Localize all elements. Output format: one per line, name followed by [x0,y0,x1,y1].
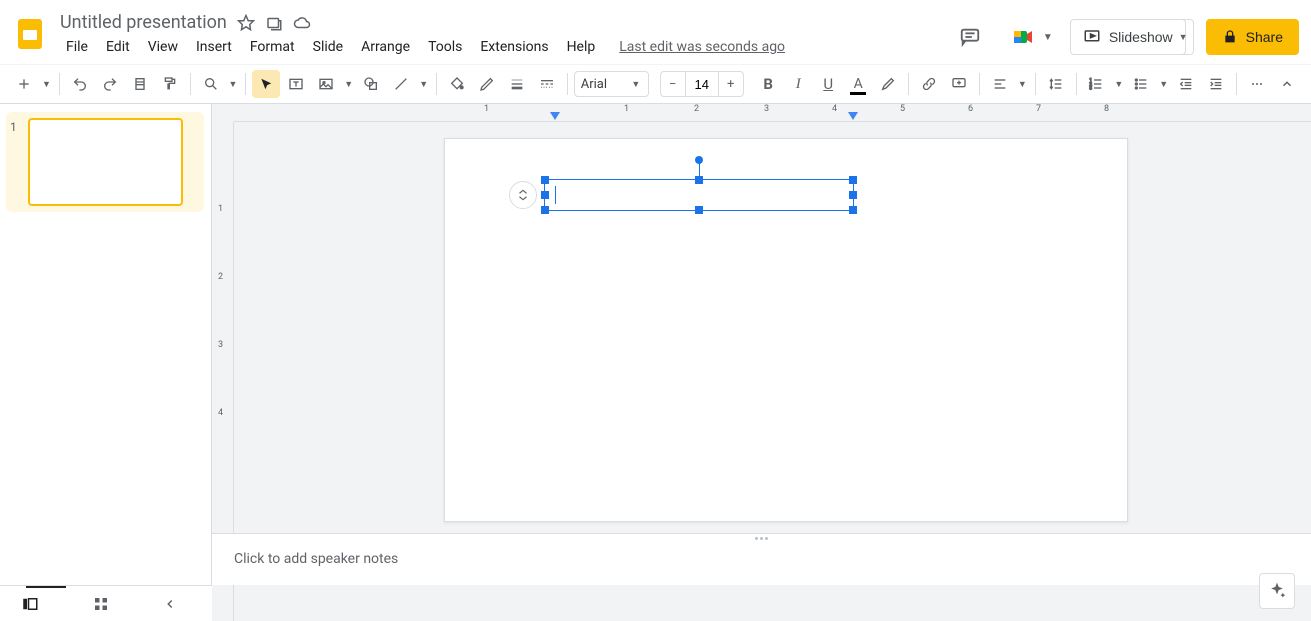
insert-comment-button[interactable] [945,70,973,98]
resize-handle-tm[interactable] [695,176,703,184]
fill-color-button[interactable] [443,70,471,98]
share-label: Share [1246,29,1283,45]
zoom-button[interactable] [197,70,225,98]
document-title[interactable]: Untitled presentation [60,12,227,33]
explore-button[interactable] [1259,573,1295,609]
decrease-indent-button[interactable] [1172,70,1200,98]
menu-edit[interactable]: Edit [98,35,138,59]
meet-button[interactable]: ▼ [1002,16,1058,58]
bold-button[interactable]: B [754,70,782,98]
border-dash-button[interactable] [533,70,561,98]
speaker-notes[interactable]: Click to add speaker notes [212,541,1311,585]
new-slide-button[interactable] [10,70,38,98]
filmstrip-view-button[interactable] [21,595,49,613]
shape-tool-button[interactable] [357,70,385,98]
font-family-select[interactable]: Arial ▼ [574,71,650,97]
cloud-status-icon[interactable] [293,14,311,32]
menu-format[interactable]: Format [242,35,303,59]
line-menu-button[interactable]: ▼ [417,79,430,90]
increase-indent-button[interactable] [1202,70,1230,98]
last-edit-link[interactable]: Last edit was seconds ago [619,39,785,55]
hide-menus-button[interactable] [1273,70,1301,98]
slideshow-button[interactable]: Slideshow [1070,19,1186,55]
menu-file[interactable]: File [58,35,96,59]
bulleted-list-button[interactable] [1127,70,1155,98]
menubar: File Edit View Insert Format Slide Arran… [56,35,950,59]
zoom-menu-button[interactable]: ▼ [227,79,240,90]
font-size-control: − + [660,71,744,97]
image-menu-button[interactable]: ▼ [342,79,355,90]
share-button[interactable]: Share [1206,19,1299,55]
slide-thumbnail-1[interactable] [28,118,183,206]
chevron-down-icon[interactable]: ▼ [1043,32,1053,43]
chevron-down-icon: ▼ [629,79,642,90]
font-size-increase-button[interactable]: + [719,77,743,92]
menu-help[interactable]: Help [559,35,604,59]
numbered-list-button[interactable]: 123 [1082,70,1110,98]
redo-button[interactable] [96,70,124,98]
menu-slide[interactable]: Slide [305,35,351,59]
slideshow-label: Slideshow [1109,29,1173,45]
speaker-notes-placeholder: Click to add speaker notes [234,551,398,567]
border-color-button[interactable] [473,70,501,98]
menu-arrange[interactable]: Arrange [353,35,418,59]
resize-handle-bm[interactable] [695,206,703,214]
font-size-input[interactable] [685,72,719,96]
highlight-color-button[interactable] [874,70,902,98]
indent-marker-left-icon[interactable] [550,112,560,122]
resize-handle-mr[interactable] [849,191,857,199]
italic-button[interactable]: I [784,70,812,98]
resize-handle-tl[interactable] [541,176,549,184]
more-button[interactable] [1243,70,1271,98]
numbered-list-menu-button[interactable]: ▼ [1112,79,1125,90]
select-tool-button[interactable] [252,70,280,98]
border-weight-button[interactable] [503,70,531,98]
align-button[interactable] [986,70,1014,98]
slide-canvas[interactable] [444,138,1128,522]
align-menu-button[interactable]: ▼ [1016,79,1029,90]
selected-text-box[interactable] [544,179,854,211]
undo-button[interactable] [66,70,94,98]
slide-number: 1 [10,118,22,134]
indent-marker-right-icon[interactable] [848,112,858,122]
image-tool-button[interactable] [312,70,340,98]
textbox-tool-button[interactable] [282,70,310,98]
line-spacing-button[interactable] [1042,70,1070,98]
view-switcher-footer [0,585,212,621]
font-size-decrease-button[interactable]: − [661,77,685,92]
autofit-handle[interactable] [509,181,537,209]
resize-handle-ml[interactable] [541,191,549,199]
resize-handle-bl[interactable] [541,206,549,214]
bulleted-list-menu-button[interactable]: ▼ [1157,79,1170,90]
resize-handle-br[interactable] [849,206,857,214]
font-family-value: Arial [581,77,607,92]
titlebar: Untitled presentation File Edit View Ins… [0,0,1311,64]
paint-format-button[interactable] [156,70,184,98]
underline-button[interactable]: U [814,70,842,98]
line-tool-button[interactable] [387,70,415,98]
text-cursor [555,186,556,204]
menu-insert[interactable]: Insert [188,35,240,59]
rotate-handle[interactable] [695,156,703,164]
star-icon[interactable] [237,14,255,32]
menu-view[interactable]: View [140,35,186,59]
slides-logo[interactable] [10,14,50,54]
horizontal-ruler[interactable]: 1 1 2 3 4 5 6 7 8 [234,104,1311,122]
menu-extensions[interactable]: Extensions [472,35,556,59]
toolbar: ▼ ▼ ▼ ▼ Arial ▼ − + B I U A ▼ 123 ▼ ▼ [0,64,1311,104]
move-icon[interactable] [265,14,283,32]
svg-text:3: 3 [1090,85,1093,91]
resize-handle-tr[interactable] [849,176,857,184]
slideshow-options-button[interactable]: ▼ [1174,19,1194,55]
slide-panel: 1 [0,104,212,621]
print-button[interactable] [126,70,154,98]
collapse-panel-button[interactable] [163,597,191,611]
text-color-button[interactable]: A [844,70,872,98]
menu-tools[interactable]: Tools [420,35,470,59]
insert-link-button[interactable] [915,70,943,98]
grid-view-button[interactable] [92,595,120,613]
comments-icon[interactable] [950,17,990,57]
new-slide-menu-button[interactable]: ▼ [40,79,53,90]
